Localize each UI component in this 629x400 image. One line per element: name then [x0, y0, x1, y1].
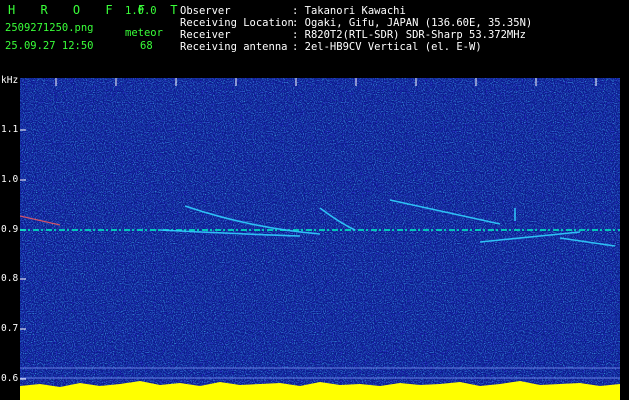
y-tick-label: 0.9	[1, 224, 19, 235]
label-receiver: Receiver	[180, 29, 231, 41]
value-location: : Ogaki, Gifu, JAPAN (136.60E, 35.35N)	[292, 17, 533, 29]
y-tick-label: 1.1	[1, 124, 19, 135]
app-brand: H R O F F T	[8, 3, 187, 17]
label-observer: Observer	[180, 5, 231, 17]
label-antenna: Receiving antenna	[180, 41, 288, 53]
value-antenna: : 2el-HB9CV Vertical (el. E-W)	[292, 41, 482, 53]
value-receiver: : R820T2(RTL-SDR) SDR-Sharp 53.372MHz	[292, 29, 526, 41]
y-tick-label: 0.8	[1, 273, 19, 284]
capture-datetime: 25.09.27 12:50	[5, 40, 94, 52]
label-location: Receiving Location	[180, 17, 294, 29]
axis-unit-label: kHz	[1, 75, 19, 86]
app-version: 1.0.0	[125, 5, 157, 17]
y-tick-label: 0.7	[1, 323, 19, 334]
y-tick-label: 0.6	[1, 373, 19, 384]
spectrogram	[20, 78, 620, 400]
file-name: 2509271250.png	[5, 22, 94, 34]
y-tick-label: 1.0	[1, 174, 19, 185]
value-observer: : Takanori Kawachi	[292, 5, 406, 17]
meteor-count: 68	[140, 40, 153, 52]
detection-category: meteor	[125, 27, 163, 39]
spectrum-noise	[20, 78, 620, 400]
header-panel: H R O F F T 1.0.0 2509271250.png meteor …	[0, 0, 629, 76]
